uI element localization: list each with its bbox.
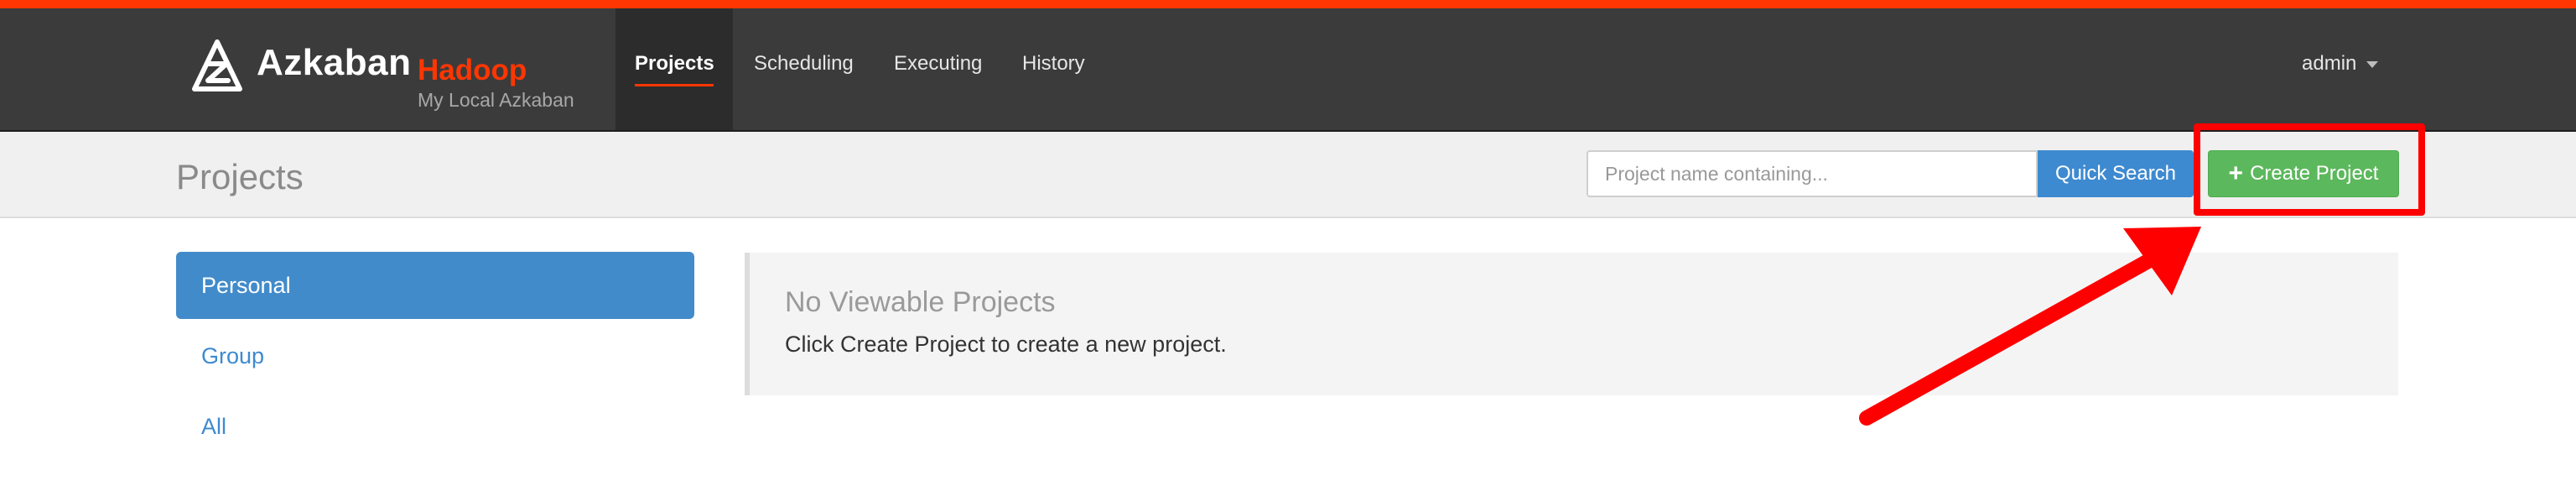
- search-input[interactable]: [1587, 150, 2038, 197]
- sidebar-item-group[interactable]: Group: [176, 322, 694, 389]
- brand[interactable]: Azkaban Hadoop My Local Azkaban: [190, 29, 592, 112]
- empty-state-title: No Viewable Projects: [785, 286, 1056, 318]
- nav-active-underline: [635, 84, 714, 86]
- nav-item-scheduling[interactable]: Scheduling: [754, 52, 854, 76]
- page-title: Projects: [176, 157, 304, 196]
- annotation-highlight-box: [2194, 123, 2425, 216]
- brand-name: Azkaban: [257, 42, 412, 83]
- top-accent-bar: [0, 0, 2576, 8]
- empty-state-text: Click Create Project to create a new pro…: [785, 332, 1227, 357]
- brand-subtitle: My Local Azkaban: [418, 89, 574, 111]
- nav-item-projects[interactable]: Projects: [635, 52, 714, 76]
- brand-environment: Hadoop: [418, 54, 527, 86]
- sidebar-item-all[interactable]: All: [176, 393, 694, 460]
- user-name: admin: [2302, 52, 2357, 75]
- caret-down-icon: [2366, 60, 2379, 68]
- quick-search-button[interactable]: Quick Search: [2038, 150, 2194, 197]
- nav-item-history[interactable]: History: [1022, 52, 1085, 76]
- user-menu[interactable]: admin: [2302, 52, 2379, 76]
- empty-state-panel: No Viewable Projects Click Create Projec…: [745, 253, 2398, 395]
- azkaban-logo-icon: [192, 39, 242, 91]
- nav-item-executing[interactable]: Executing: [894, 52, 982, 76]
- sidebar-item-personal[interactable]: Personal: [176, 252, 694, 319]
